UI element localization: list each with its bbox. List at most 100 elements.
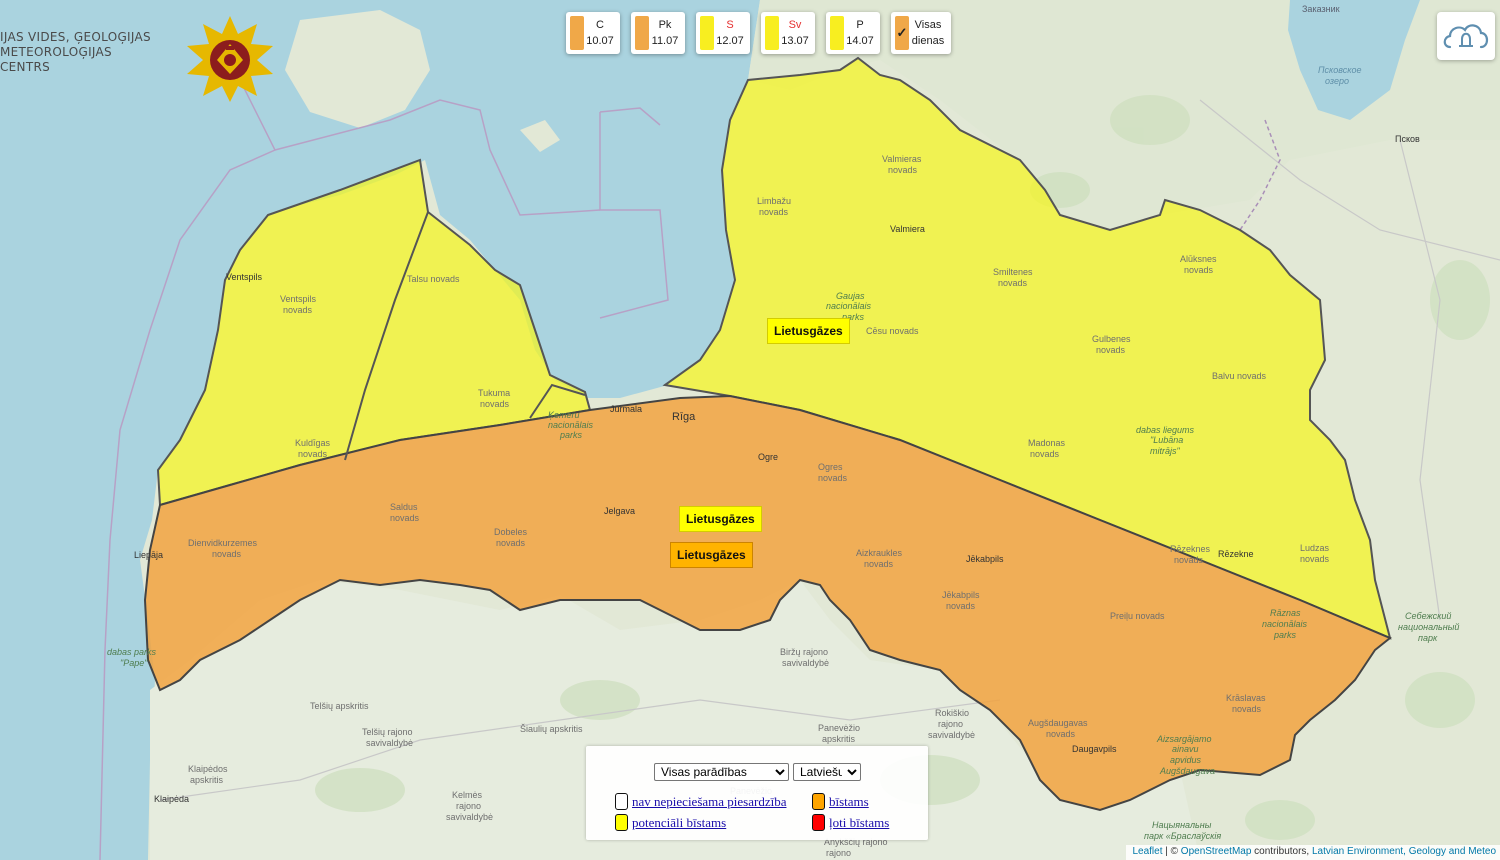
- svg-text:nacionālais: nacionālais: [548, 420, 594, 430]
- organization-line-2: METEOROLOĢIJAS CENTRS: [0, 45, 112, 74]
- svg-text:novads: novads: [1096, 345, 1126, 355]
- day-button-saturday[interactable]: S 12.07: [696, 12, 750, 54]
- svg-text:Klaipėdos: Klaipėdos: [188, 764, 228, 774]
- svg-text:"Lubāna: "Lubāna: [1150, 435, 1183, 445]
- legend-swatch-yellow: [615, 814, 628, 831]
- svg-text:Псков: Псков: [1395, 134, 1420, 144]
- day-color-swatch: [700, 16, 714, 50]
- svg-text:mitrājs": mitrājs": [1150, 446, 1180, 456]
- warning-tag-north[interactable]: Lietusgāzes: [767, 318, 850, 344]
- svg-text:Kelmės: Kelmės: [452, 790, 483, 800]
- day-color-swatch: [635, 16, 649, 50]
- day-date: 11.07: [651, 35, 679, 47]
- day-weekday: C: [596, 19, 604, 31]
- svg-text:Madonas: Madonas: [1028, 438, 1066, 448]
- organization-line-1: IJAS VIDES, ĢEOLOĢIJAS: [0, 30, 151, 44]
- svg-text:Cēsu novads: Cēsu novads: [866, 326, 919, 336]
- svg-text:rajono: rajono: [826, 848, 851, 858]
- svg-text:парк «Браслаўскія: парк «Браслаўскія: [1144, 831, 1221, 841]
- day-date: 12.07: [716, 35, 744, 47]
- svg-text:Panevėžio: Panevėžio: [818, 723, 860, 733]
- svg-text:novads: novads: [998, 278, 1028, 288]
- day-button-monday[interactable]: P 14.07: [826, 12, 880, 54]
- svg-text:Нацыянальны: Нацыянальны: [1152, 820, 1212, 830]
- svg-text:novads: novads: [1232, 704, 1262, 714]
- attribution-contributors: contributors,: [1251, 846, 1312, 857]
- warning-tag-central-yellow[interactable]: Lietusgāzes: [679, 506, 762, 532]
- day-date: 14.07: [846, 35, 874, 47]
- svg-text:rajono: rajono: [938, 719, 963, 729]
- svg-text:Smiltenes: Smiltenes: [993, 267, 1033, 277]
- svg-text:Valmiera: Valmiera: [890, 224, 925, 234]
- svg-text:Šiaulių apskritis: Šiaulių apskritis: [520, 724, 583, 734]
- svg-text:национальный: национальный: [1398, 622, 1459, 632]
- legend-link-dangerous[interactable]: bīstams: [829, 794, 869, 810]
- svg-text:novads: novads: [480, 399, 510, 409]
- osm-link[interactable]: OpenStreetMap: [1181, 846, 1252, 857]
- svg-text:savivaldybė: savivaldybė: [446, 812, 493, 822]
- fire-rescue-logo: [187, 16, 273, 102]
- svg-text:Valmieras: Valmieras: [882, 154, 922, 164]
- svg-text:apskritis: apskritis: [822, 734, 856, 744]
- map-attribution: Leaflet | © OpenStreetMap contributors, …: [1126, 845, 1500, 860]
- day-color-swatch: [570, 16, 584, 50]
- svg-text:Dienvidkurzemes: Dienvidkurzemes: [188, 538, 258, 548]
- svg-text:Balvu novads: Balvu novads: [1212, 371, 1267, 381]
- svg-text:dabas liegums: dabas liegums: [1136, 425, 1195, 435]
- svg-text:Ogre: Ogre: [758, 452, 778, 462]
- svg-text:nacionālais: nacionālais: [826, 301, 872, 311]
- svg-text:novads: novads: [496, 538, 526, 548]
- svg-text:Gaujas: Gaujas: [836, 291, 865, 301]
- day-weekday: S: [726, 19, 734, 31]
- checkmark-icon: ✓: [896, 25, 908, 40]
- svg-text:novads: novads: [946, 601, 976, 611]
- day-weekday: Pk: [658, 19, 672, 31]
- svg-text:novads: novads: [212, 549, 242, 559]
- warning-tag-central-orange[interactable]: Lietusgāzes: [670, 542, 753, 568]
- day-button-sunday[interactable]: Sv 13.07: [761, 12, 815, 54]
- legend-swatch-red: [812, 814, 825, 831]
- weather-app-button[interactable]: [1437, 12, 1495, 60]
- all-days-swatch: ✓: [895, 16, 909, 50]
- svg-text:novads: novads: [1030, 449, 1060, 459]
- svg-text:"Pape": "Pape": [120, 658, 148, 668]
- svg-text:novads: novads: [759, 207, 789, 217]
- all-days-button[interactable]: ✓ Visas dienas: [891, 12, 951, 54]
- lvgmc-link[interactable]: Latvian Environment, Geology and Meteo: [1312, 846, 1496, 857]
- leaflet-link[interactable]: Leaflet: [1132, 846, 1162, 857]
- svg-text:Klaipėda: Klaipėda: [154, 794, 189, 804]
- phenomena-filter-select[interactable]: Visas parādības: [654, 763, 789, 781]
- svg-text:rajono: rajono: [456, 801, 481, 811]
- attribution-separator: | ©: [1162, 846, 1181, 857]
- legend-link-potentially-dangerous[interactable]: potenciāli bīstams: [632, 815, 726, 831]
- all-days-label-1: Visas: [914, 19, 942, 31]
- legend-link-very-dangerous[interactable]: ļoti bīstams: [829, 815, 889, 831]
- svg-text:Saldus: Saldus: [390, 502, 418, 512]
- svg-text:Rīga: Rīga: [672, 411, 696, 423]
- day-color-swatch: [830, 16, 844, 50]
- svg-text:Telšių apskritis: Telšių apskritis: [310, 701, 369, 711]
- legend-link-no-precaution[interactable]: nav nepieciešama piesardzība: [632, 794, 786, 810]
- svg-text:Ventspils: Ventspils: [280, 294, 317, 304]
- legend-swatch-orange: [812, 793, 825, 810]
- svg-text:Ventspils: Ventspils: [226, 272, 263, 282]
- language-select[interactable]: Latviešu: [793, 763, 861, 781]
- day-color-swatch: [765, 16, 779, 50]
- svg-text:parks: parks: [1273, 630, 1297, 640]
- svg-text:Себежский: Себежский: [1405, 611, 1451, 621]
- svg-text:novads: novads: [1300, 554, 1330, 564]
- legend-item-dangerous: bīstams: [812, 793, 869, 810]
- svg-text:novads: novads: [390, 513, 420, 523]
- svg-text:Aizsargājamo: Aizsargājamo: [1156, 734, 1212, 744]
- legend-item-no-precaution: nav nepieciešama piesardzība: [615, 793, 786, 810]
- legend-panel: Visas parādības Latviešu nav nepieciešam…: [586, 746, 928, 840]
- svg-text:Rāznas: Rāznas: [1270, 608, 1301, 618]
- day-button-friday[interactable]: Pk 11.07: [631, 12, 685, 54]
- day-button-thursday[interactable]: C 10.07: [566, 12, 620, 54]
- legend-swatch-white: [615, 793, 628, 810]
- svg-text:Jēkabpils: Jēkabpils: [942, 590, 980, 600]
- svg-text:Telšių rajono: Telšių rajono: [362, 727, 413, 737]
- map-canvas[interactable]: Ventspils Liepāja Jūrmala Rīga Jelgava O…: [0, 0, 1500, 860]
- svg-text:парк: парк: [1418, 633, 1438, 643]
- svg-text:Jēkabpils: Jēkabpils: [966, 554, 1004, 564]
